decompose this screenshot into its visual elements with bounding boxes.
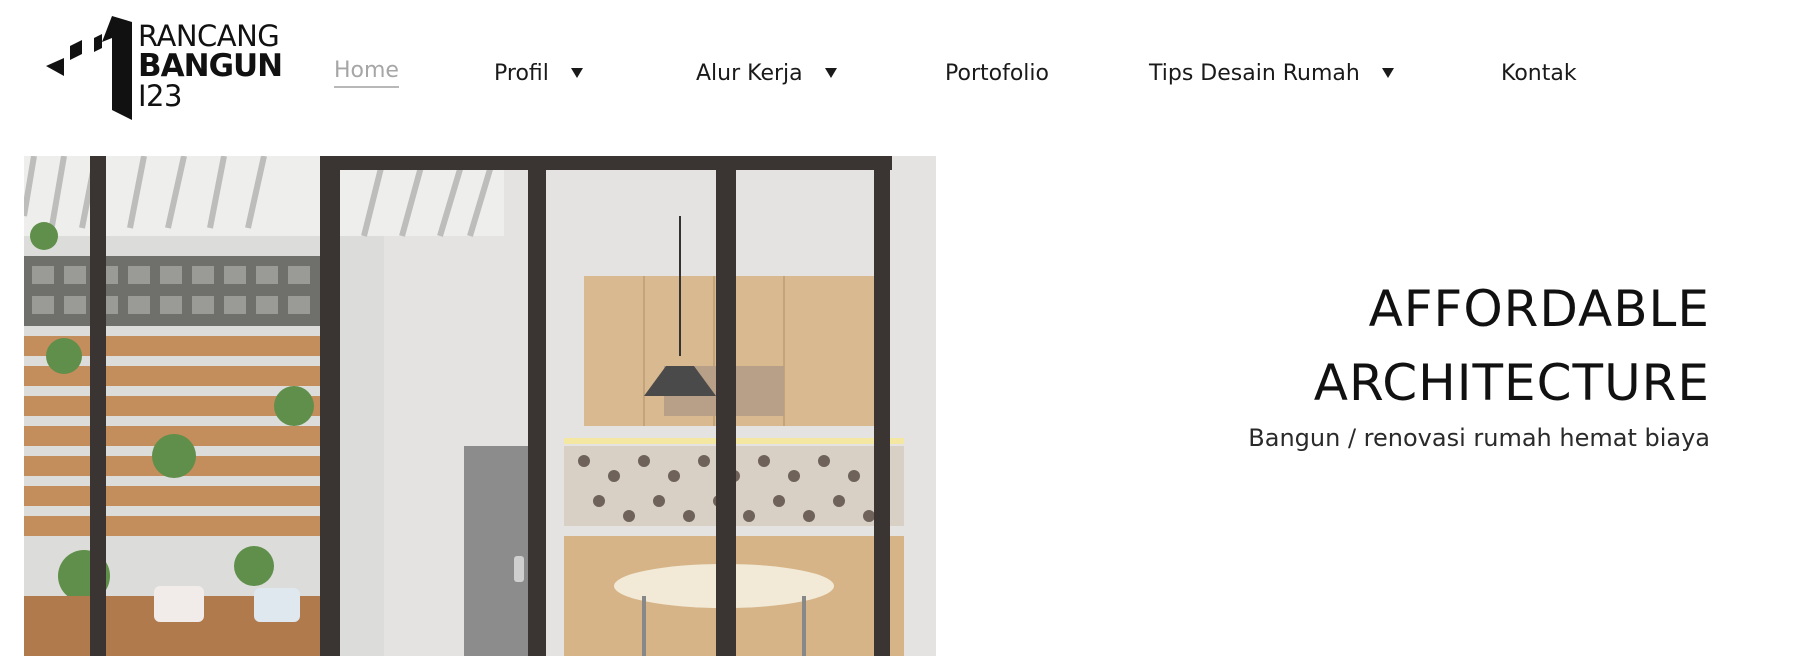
- kitchen-interior-illustration: [24, 156, 936, 656]
- nav-item-kontak[interactable]: Kontak: [1501, 58, 1577, 88]
- nav-item-alur-kerja[interactable]: Alur Kerja: [696, 58, 837, 88]
- hero-title-line2: ARCHITECTURE: [1313, 354, 1710, 412]
- nav-label-alur-kerja: Alur Kerja: [696, 60, 803, 86]
- main-nav: Home Profil Alur Kerja Portofolio Tips D…: [0, 0, 1794, 150]
- chevron-down-icon: [824, 68, 837, 78]
- nav-label-portofolio: Portofolio: [945, 60, 1049, 86]
- hero-title-line1: AFFORDABLE: [1368, 280, 1710, 338]
- nav-label-kontak: Kontak: [1501, 60, 1577, 86]
- nav-label-tips-desain-rumah: Tips Desain Rumah: [1149, 60, 1360, 86]
- nav-label-profil: Profil: [494, 60, 549, 86]
- nav-item-portofolio[interactable]: Portofolio: [945, 58, 1049, 88]
- chevron-down-icon: [1381, 68, 1394, 78]
- hero-image: [24, 156, 936, 656]
- chevron-down-icon: [570, 68, 583, 78]
- hero-subtitle: Bangun / renovasi rumah hemat biaya: [1248, 424, 1710, 452]
- hero-text-block: AFFORDABLE ARCHITECTURE Bangun / renovas…: [1248, 272, 1710, 452]
- nav-item-home[interactable]: Home: [334, 58, 399, 88]
- nav-item-tips-desain-rumah[interactable]: Tips Desain Rumah: [1149, 58, 1394, 88]
- nav-label-home: Home: [334, 58, 399, 88]
- nav-item-profil[interactable]: Profil: [494, 58, 583, 88]
- page: RANCANG BANGUN I23 Home Profil Alur Kerj…: [0, 0, 1794, 656]
